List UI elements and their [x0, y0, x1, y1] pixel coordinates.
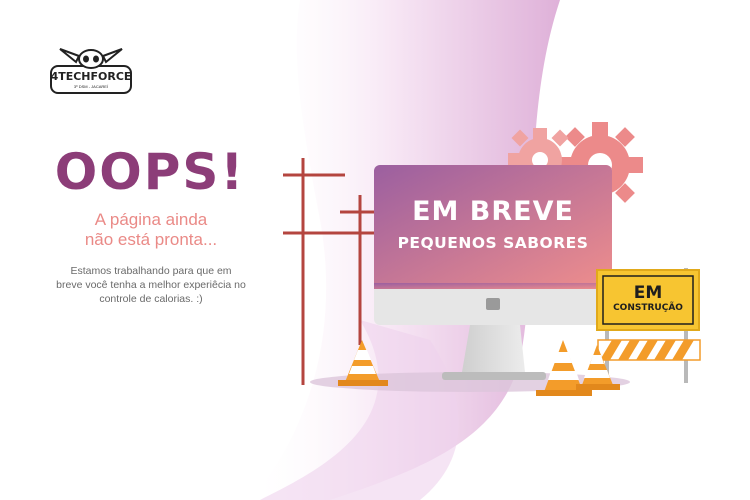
monitor-title: EM BREVE	[412, 196, 574, 227]
sign-line-2: CONSTRUÇÃO	[613, 303, 683, 313]
scaffold-poles	[283, 158, 385, 385]
under-construction-illustration	[283, 122, 701, 396]
sign-line-1: EM	[633, 283, 663, 303]
monitor-subtitle: PEQUENOS SABORES	[397, 234, 589, 252]
construction-sign: EM CONSTRUÇÃO	[601, 275, 695, 325]
